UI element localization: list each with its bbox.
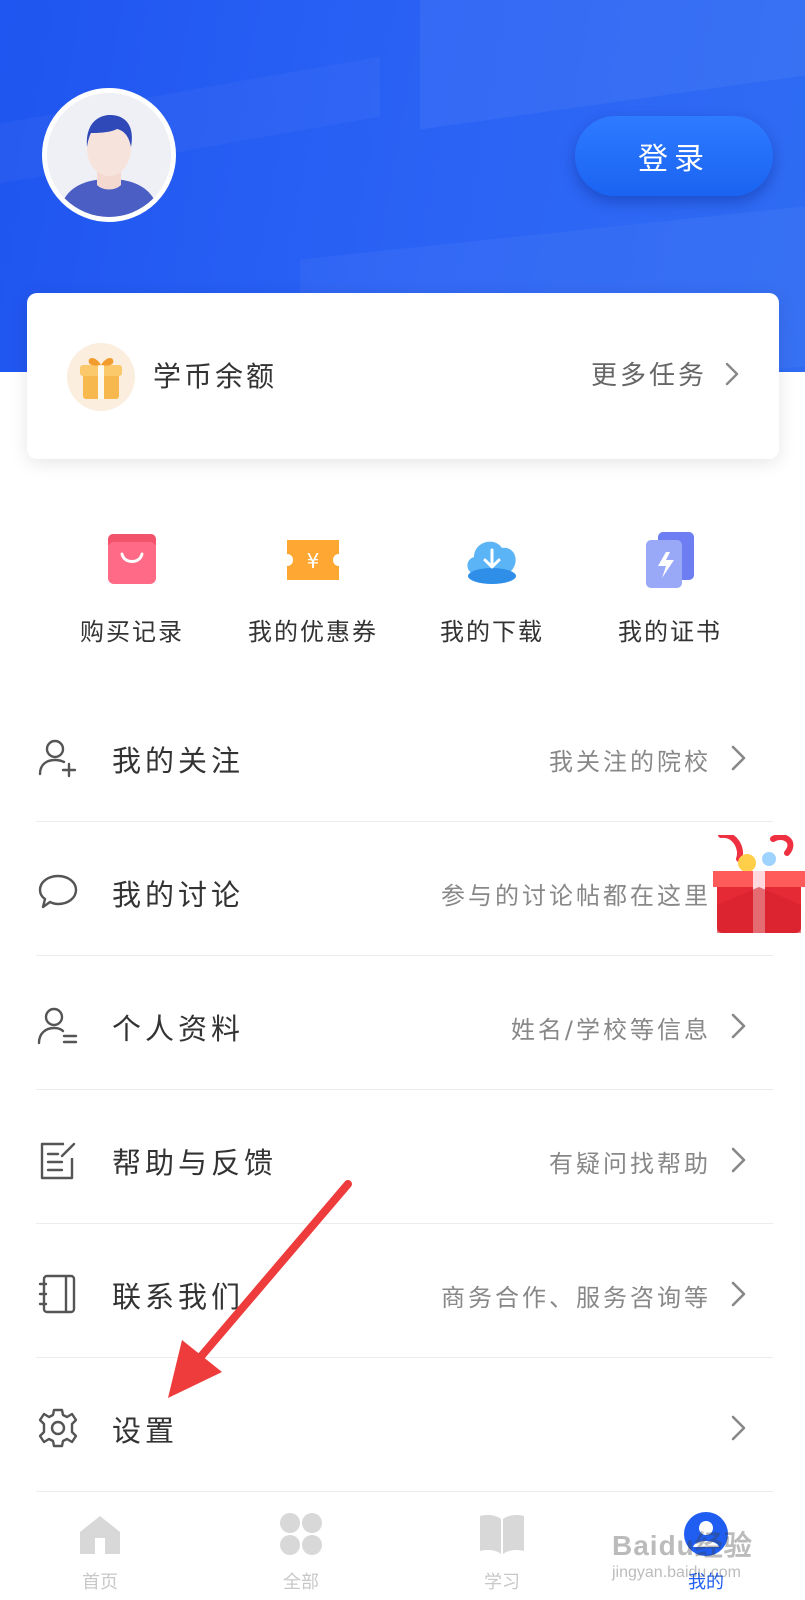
chat-bubble-icon <box>38 874 78 909</box>
chevron-right-icon <box>731 745 746 771</box>
floating-gift-box-icon[interactable] <box>713 835 805 935</box>
settings-menu: 我的关注 我关注的院校 我的讨论 参与的讨论帖都在这里 个人资料 姓名/学校等信… <box>36 688 773 1492</box>
more-tasks-link[interactable]: 更多任务 <box>591 355 739 392</box>
quick-action-coupons[interactable]: ¥ 我的优惠券 <box>228 530 398 647</box>
quick-actions: 购买记录 ¥ 我的优惠券 我的下载 我的证书 <box>0 530 805 650</box>
chevron-right-icon <box>731 1013 746 1039</box>
add-user-icon <box>38 739 77 778</box>
coin-balance-card[interactable]: 学币余额 更多任务 <box>27 293 779 459</box>
menu-item-hint: 我关注的院校 <box>549 748 711 776</box>
tab-study[interactable]: 学习 <box>442 1510 562 1594</box>
quick-action-label: 我的下载 <box>440 618 544 646</box>
chevron-right-icon <box>731 1147 746 1173</box>
tab-label: 全部 <box>283 1572 319 1593</box>
menu-item-following[interactable]: 我的关注 我关注的院校 <box>36 688 773 822</box>
quick-action-label: 购买记录 <box>80 618 184 646</box>
tab-all[interactable]: 全部 <box>241 1510 361 1594</box>
more-tasks-label: 更多任务 <box>590 361 707 391</box>
contact-book-icon <box>38 1274 76 1314</box>
svg-text:¥: ¥ <box>307 549 320 573</box>
cloud-download-icon <box>467 541 516 584</box>
quick-action-downloads[interactable]: 我的下载 <box>407 530 577 647</box>
menu-item-discussions[interactable]: 我的讨论 参与的讨论帖都在这里 <box>36 822 773 956</box>
grid-icon <box>280 1513 322 1555</box>
quick-action-label: 我的优惠券 <box>248 618 378 646</box>
menu-item-label: 我的关注 <box>112 744 245 778</box>
menu-item-hint: 商务合作、服务咨询等 <box>441 1284 711 1312</box>
watermark-main: Baidu经验 <box>612 1530 753 1561</box>
menu-item-label: 设置 <box>112 1414 179 1448</box>
quick-action-certificates[interactable]: 我的证书 <box>585 530 755 647</box>
quick-action-label: 我的证书 <box>618 618 722 646</box>
menu-item-hint: 有疑问找帮助 <box>549 1150 711 1178</box>
home-icon <box>80 1516 120 1554</box>
watermark-sub: jingyan.baidu.com <box>612 1564 741 1581</box>
menu-item-label: 联系我们 <box>112 1280 245 1314</box>
coin-balance-label: 学币余额 <box>153 360 278 393</box>
menu-item-contact-us[interactable]: 联系我们 商务合作、服务咨询等 <box>36 1224 773 1358</box>
menu-item-help-feedback[interactable]: 帮助与反馈 有疑问找帮助 <box>36 1090 773 1224</box>
login-button[interactable]: 登录 <box>575 116 773 196</box>
coupon-icon: ¥ <box>287 540 339 580</box>
default-avatar-icon <box>47 93 171 217</box>
quick-action-purchase-records[interactable]: 购买记录 <box>47 530 217 647</box>
tab-label: 首页 <box>82 1572 118 1593</box>
shopping-bag-icon <box>108 534 156 584</box>
avatar[interactable] <box>42 88 176 222</box>
gear-icon <box>38 1408 78 1448</box>
menu-item-label: 我的讨论 <box>112 878 245 912</box>
header-decoration <box>420 0 805 130</box>
edit-note-icon <box>40 1142 76 1180</box>
menu-item-label: 帮助与反馈 <box>112 1146 278 1180</box>
chevron-right-icon <box>731 1415 746 1441</box>
book-icon <box>480 1515 524 1554</box>
menu-item-hint: 姓名/学校等信息 <box>510 1016 711 1044</box>
menu-item-settings[interactable]: 设置 <box>36 1358 773 1492</box>
menu-item-hint: 参与的讨论帖都在这里 <box>441 882 711 910</box>
chevron-right-icon <box>731 1281 746 1307</box>
gift-icon <box>67 343 135 411</box>
watermark: Baidu经验 jingyan.baidu.com <box>612 1524 753 1582</box>
menu-item-profile[interactable]: 个人资料 姓名/学校等信息 <box>36 956 773 1090</box>
certificate-icon <box>646 532 694 588</box>
menu-item-label: 个人资料 <box>112 1012 245 1046</box>
tab-home[interactable]: 首页 <box>40 1510 160 1594</box>
chevron-right-icon <box>725 362 739 385</box>
user-profile-icon <box>37 1007 78 1045</box>
tab-label: 学习 <box>484 1572 520 1593</box>
